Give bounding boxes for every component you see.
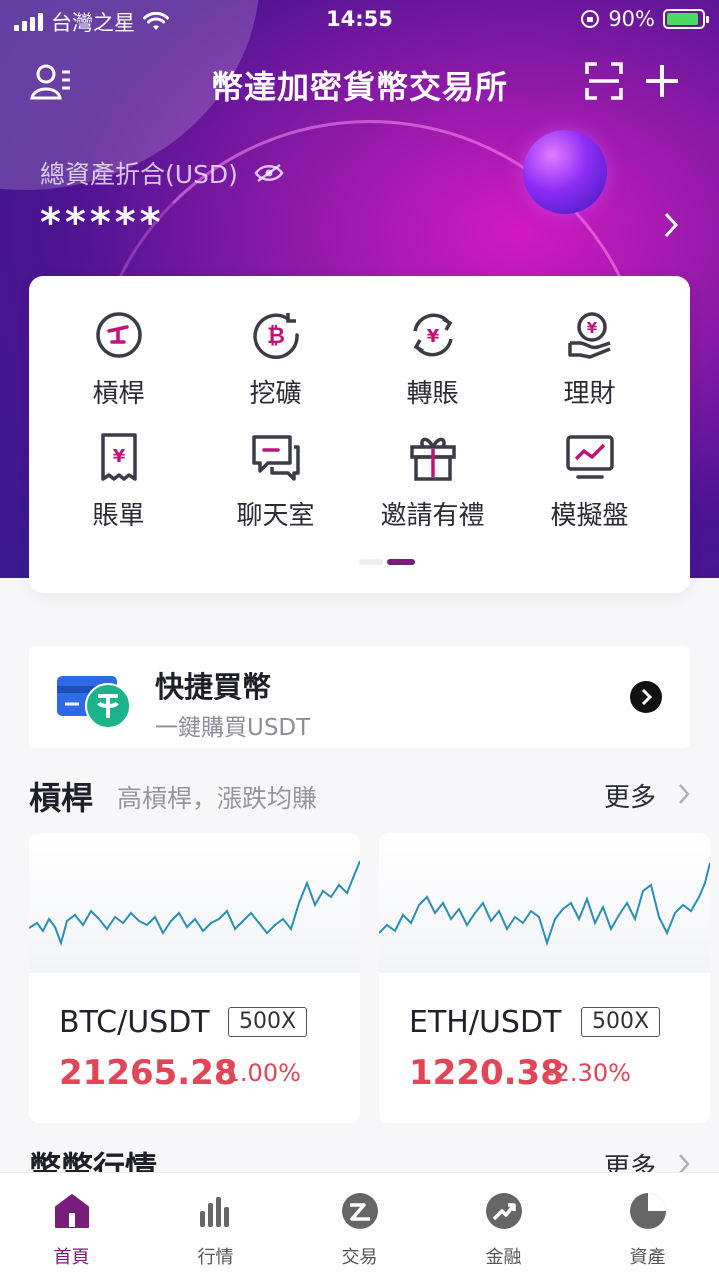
func-label: 理財 bbox=[563, 379, 616, 409]
transfer-icon: ¥ bbox=[412, 313, 453, 357]
market-pair: ETH/USDT bbox=[409, 1005, 562, 1040]
chat-icon bbox=[251, 435, 300, 481]
total-assets-label: 總資產折合(USD) bbox=[40, 155, 284, 191]
bottom-tab-bar: 首頁 行情 交易 金融 資產 bbox=[0, 1172, 719, 1280]
function-grid: 槓桿 ₿ 挖礦 ¥ 轉賬 ¥ 理財 ¥ 賬單 聊天室 邀請有禮 模擬盤 bbox=[29, 276, 690, 593]
hide-balance-icon[interactable] bbox=[254, 163, 284, 183]
market-card-eth[interactable]: ETH/USDT 500X 1220.38 -2.30% bbox=[379, 833, 710, 1123]
sparkline-chart bbox=[29, 833, 360, 973]
leverage-section-header: 槓桿 高槓桿，漲跌均賺 更多 bbox=[29, 773, 690, 817]
quick-buy-title: 快捷買幣 bbox=[155, 670, 272, 704]
func-simulator[interactable]: 模擬盤 bbox=[511, 431, 668, 532]
tab-label: 交易 bbox=[341, 1247, 378, 1268]
func-bill[interactable]: ¥ 賬單 bbox=[40, 431, 197, 532]
scan-icon[interactable] bbox=[585, 62, 623, 104]
trade-icon bbox=[341, 1193, 378, 1229]
func-label: 模擬盤 bbox=[550, 501, 629, 531]
market-price: 1220.38 bbox=[409, 1053, 564, 1093]
svg-text:¥: ¥ bbox=[426, 326, 439, 347]
finance-tab-icon bbox=[485, 1193, 522, 1229]
quick-buy-subtitle: 一鍵購買USDT bbox=[155, 715, 311, 741]
func-gift[interactable]: 邀請有禮 bbox=[354, 431, 511, 532]
func-label: 槓桿 bbox=[92, 379, 145, 409]
battery-percent: 90% bbox=[608, 7, 655, 31]
market-change: -2.30% bbox=[546, 1059, 631, 1087]
func-label: 聊天室 bbox=[236, 501, 315, 531]
tab-market[interactable]: 行情 bbox=[144, 1191, 287, 1269]
assets-icon bbox=[629, 1193, 666, 1229]
usdt-card-icon bbox=[57, 676, 131, 728]
sparkline-line bbox=[29, 860, 360, 947]
plus-icon[interactable] bbox=[643, 62, 681, 104]
svg-text:₿: ₿ bbox=[267, 324, 285, 349]
rotation-lock-icon bbox=[581, 10, 600, 28]
more-link[interactable]: 更多 bbox=[604, 777, 656, 814]
tab-label: 金融 bbox=[485, 1247, 522, 1268]
simulator-icon bbox=[565, 435, 614, 479]
home-icon bbox=[54, 1194, 89, 1228]
func-label: 挖礦 bbox=[249, 379, 302, 409]
tab-assets[interactable]: 資產 bbox=[576, 1191, 719, 1269]
func-chat[interactable]: 聊天室 bbox=[197, 431, 354, 532]
svg-text:¥: ¥ bbox=[586, 319, 597, 337]
mining-icon: ₿ bbox=[252, 313, 299, 360]
func-label: 邀請有禮 bbox=[380, 501, 485, 531]
tab-trade[interactable]: 交易 bbox=[288, 1191, 431, 1269]
market-change: -1.00% bbox=[216, 1059, 301, 1087]
tab-home[interactable]: 首頁 bbox=[0, 1191, 143, 1269]
func-finance[interactable]: ¥ 理財 bbox=[511, 309, 668, 410]
svg-text:¥: ¥ bbox=[112, 446, 125, 467]
finance-icon: ¥ bbox=[567, 312, 611, 359]
leverage-badge: 500X bbox=[581, 1007, 661, 1037]
tab-label: 行情 bbox=[197, 1247, 234, 1268]
func-mining[interactable]: ₿ 挖礦 bbox=[197, 309, 354, 410]
section-title: 槓桿 bbox=[29, 779, 94, 817]
assets-chevron-icon[interactable] bbox=[664, 212, 679, 242]
tab-finance[interactable]: 金融 bbox=[432, 1191, 575, 1269]
status-bar: 台灣之星 14:55 90% bbox=[0, 0, 719, 40]
func-label: 轉賬 bbox=[406, 379, 459, 409]
gift-icon bbox=[409, 437, 456, 481]
total-assets-text: 總資產折合(USD) bbox=[40, 160, 238, 189]
hero-orb-decoration bbox=[523, 130, 607, 214]
leverage-badge: 500X bbox=[228, 1007, 308, 1037]
func-leverage[interactable]: 槓桿 bbox=[40, 309, 197, 410]
market-pair: BTC/USDT bbox=[59, 1005, 210, 1040]
total-assets-value: ***** bbox=[40, 200, 165, 246]
section-description: 高槓桿，漲跌均賺 bbox=[117, 784, 318, 813]
func-label: 賬單 bbox=[92, 501, 145, 531]
battery-icon bbox=[663, 9, 709, 29]
bill-icon: ¥ bbox=[100, 433, 137, 481]
func-transfer[interactable]: ¥ 轉賬 bbox=[354, 309, 511, 410]
market-card-btc[interactable]: BTC/USDT 500X 21265.28 -1.00% bbox=[29, 833, 360, 1123]
leverage-icon bbox=[95, 312, 142, 358]
arrow-right-icon[interactable] bbox=[630, 681, 662, 713]
market-price: 21265.28 bbox=[59, 1053, 238, 1093]
tab-label: 資產 bbox=[629, 1247, 666, 1268]
chevron-right-icon[interactable] bbox=[678, 783, 690, 805]
market-icon bbox=[199, 1197, 229, 1227]
tab-label: 首頁 bbox=[53, 1247, 90, 1268]
page-indicator bbox=[359, 559, 415, 565]
quick-buy-banner[interactable]: 快捷買幣 一鍵購買USDT bbox=[29, 646, 690, 748]
sparkline-chart bbox=[379, 833, 710, 973]
sparkline-line bbox=[379, 862, 710, 947]
